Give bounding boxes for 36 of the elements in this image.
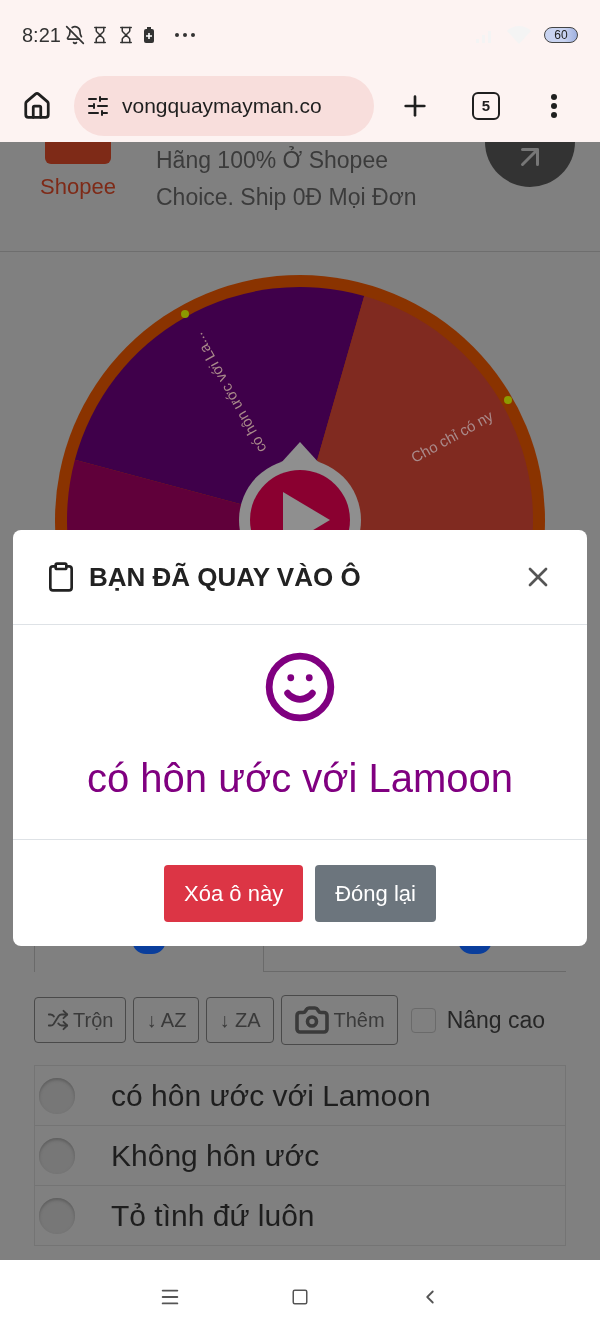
status-time: 8:21 xyxy=(22,23,61,48)
entry-row[interactable]: Tỏ tình đứ luôn xyxy=(35,1186,565,1246)
more-notifications-icon xyxy=(174,33,195,37)
more-vertical-icon xyxy=(551,94,557,118)
entry-text: Không hôn ước xyxy=(111,1138,320,1174)
delete-button[interactable]: Xóa ô này xyxy=(164,864,304,922)
ad-banner[interactable]: Shopee Hãng 100% Ở Shopee Choice. Ship 0Đ Mọi Đơn xyxy=(0,142,600,252)
shuffle-icon xyxy=(47,1009,69,1031)
address-bar[interactable]: vongquaymayman.co xyxy=(74,76,374,136)
ad-text: Hãng 100% Ở Shopee Choice. Ship 0Đ Mọi Đơn xyxy=(156,145,418,212)
dialog-title: BẠN ĐÃ QUAY VÀO Ô xyxy=(89,560,361,594)
entry-row[interactable]: có hôn ước với Lamoon xyxy=(35,1066,565,1126)
shopee-logo-text: Shopee xyxy=(40,173,116,201)
entry-text: có hôn ước với Lamoon xyxy=(111,1078,431,1114)
radio-button[interactable] xyxy=(39,1137,75,1174)
battery-saver-icon xyxy=(142,27,155,43)
close-dialog-button[interactable]: Đóng lại xyxy=(315,864,436,922)
radio-button[interactable] xyxy=(39,1197,75,1234)
wheel-label: Cho chỉ có ny xyxy=(408,406,496,466)
advanced-label: Nâng cao xyxy=(446,1005,546,1035)
sort-button[interactable]: ↓ ZA xyxy=(206,997,274,1043)
bell-off-icon xyxy=(64,25,85,45)
url-text: vongquaymayman.co xyxy=(122,93,322,120)
add-image-button[interactable]: Thêm xyxy=(280,995,398,1045)
tab-count-button[interactable]: 5 xyxy=(472,92,500,120)
entry-text: Tỏ tình đứ luôn xyxy=(111,1198,315,1234)
wheel-label: có hôn ước với La... xyxy=(188,330,270,456)
battery-indicator: 60 xyxy=(544,27,578,43)
home-nav-icon[interactable] xyxy=(291,1287,309,1306)
entry-row[interactable]: Không hôn ước xyxy=(35,1126,565,1186)
sort-button[interactable]: ↓ AZ xyxy=(133,997,200,1043)
result-text: có hôn ước với Lamoon xyxy=(86,755,514,802)
smiley-icon xyxy=(263,650,337,724)
site-settings-icon[interactable] xyxy=(86,94,110,118)
shuffle-button[interactable]: Trộn xyxy=(34,997,127,1043)
radio-button[interactable] xyxy=(39,1077,75,1114)
